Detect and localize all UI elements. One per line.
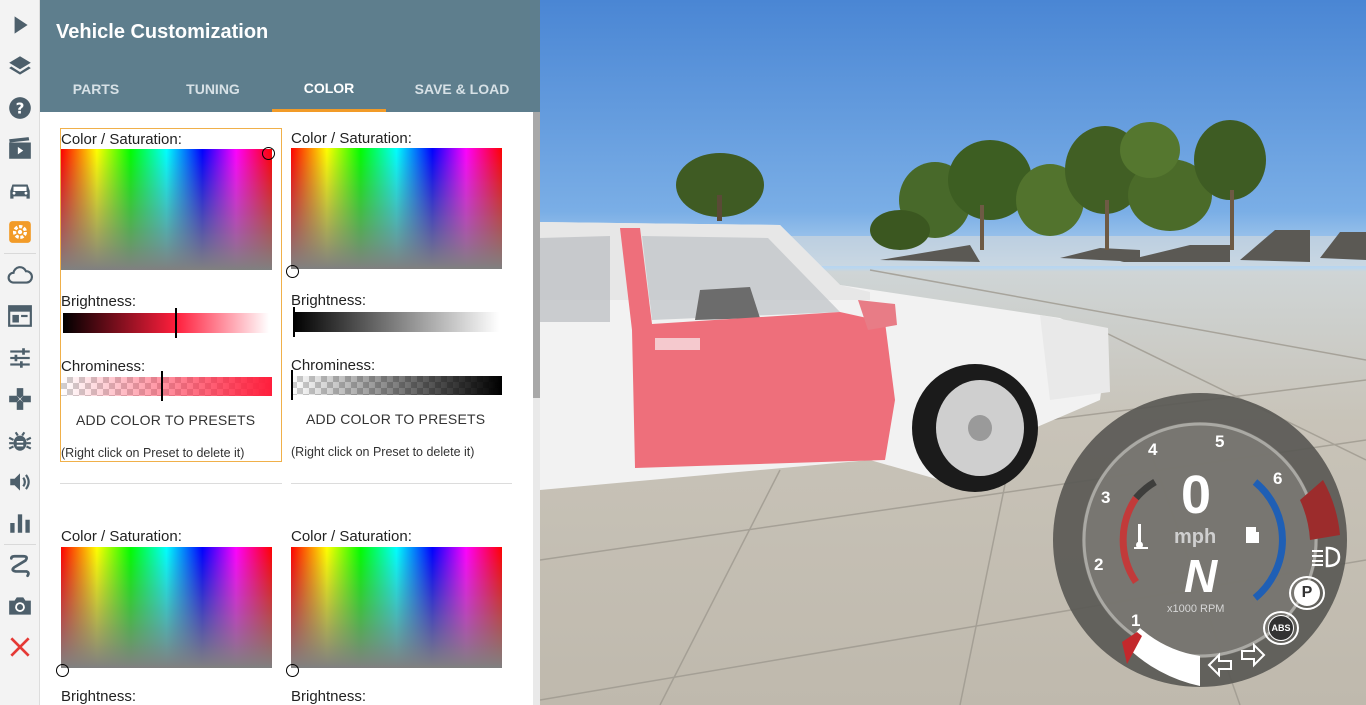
volume-icon[interactable] bbox=[0, 462, 40, 502]
color-saturation-picker[interactable] bbox=[291, 547, 502, 668]
color-block-3[interactable]: Color / Saturation: Brightness: bbox=[56, 526, 282, 705]
saturation-handle[interactable] bbox=[286, 265, 299, 278]
video-icon[interactable] bbox=[0, 129, 40, 169]
play-icon[interactable] bbox=[0, 5, 40, 45]
cloud-icon[interactable] bbox=[0, 255, 40, 295]
brightness-handle[interactable] bbox=[175, 308, 177, 338]
tab-tuning[interactable]: TUNING bbox=[157, 66, 269, 112]
preset-hint: (Right click on Preset to delete it) bbox=[291, 445, 475, 459]
route-icon[interactable] bbox=[0, 546, 40, 586]
color-saturation-picker[interactable] bbox=[291, 148, 502, 269]
abs-icon: ABS bbox=[1263, 611, 1299, 645]
speed-unit: mph bbox=[1174, 526, 1217, 548]
svg-text:?: ? bbox=[16, 99, 25, 117]
saturation-handle[interactable] bbox=[286, 664, 299, 677]
brightness-label: Brightness: bbox=[61, 688, 137, 705]
chrominess-label: Chrominess: bbox=[291, 357, 376, 374]
parking-brake-icon: P bbox=[1289, 576, 1325, 610]
turn-right-icon bbox=[1240, 642, 1266, 668]
gamepad-icon[interactable] bbox=[0, 379, 40, 419]
headlight-icon bbox=[1310, 546, 1342, 568]
color-block-2[interactable]: Color / Saturation: Brightness: Chromine… bbox=[286, 128, 513, 462]
brightness-label: Brightness: bbox=[291, 292, 367, 309]
brightness-handle[interactable] bbox=[293, 307, 295, 337]
saturation-label: Color / Saturation: bbox=[61, 131, 182, 148]
rpm-label: x1000 RPM bbox=[1167, 603, 1225, 615]
tab-save-load[interactable]: SAVE & LOAD bbox=[392, 66, 532, 112]
turn-left-icon bbox=[1207, 652, 1233, 678]
add-color-to-presets-button[interactable]: ADD COLOR TO PRESETS bbox=[76, 412, 255, 428]
saturation-handle[interactable] bbox=[262, 147, 275, 160]
speed-readout: 0 bbox=[1181, 465, 1212, 525]
rpm-tick-4: 4 bbox=[1148, 440, 1158, 459]
section-divider bbox=[291, 483, 512, 484]
layout-icon[interactable] bbox=[0, 296, 40, 336]
brightness-label: Brightness: bbox=[291, 688, 367, 705]
scrollbar-thumb[interactable] bbox=[533, 112, 540, 398]
preset-hint: (Right click on Preset to delete it) bbox=[61, 446, 245, 460]
sidebar-divider bbox=[4, 544, 36, 545]
saturation-label: Color / Saturation: bbox=[61, 528, 182, 545]
help-icon[interactable]: ? bbox=[0, 88, 40, 128]
rpm-tick-5: 5 bbox=[1215, 432, 1225, 451]
color-block-4[interactable]: Color / Saturation: Brightness: bbox=[286, 526, 513, 705]
abs-label: ABS bbox=[1268, 615, 1294, 641]
saturation-label: Color / Saturation: bbox=[291, 528, 412, 545]
speedometer-gauge: 0 mph N x1000 RPM 1 2 3 4 5 6 P ABS bbox=[1050, 390, 1366, 705]
tab-color[interactable]: COLOR bbox=[272, 66, 386, 112]
rpm-tick-3: 3 bbox=[1101, 488, 1111, 507]
color-block-1[interactable]: Color / Saturation: Brightness: Chromine… bbox=[60, 128, 282, 462]
sidebar-divider bbox=[4, 253, 36, 254]
chrominess-slider[interactable] bbox=[291, 376, 502, 395]
vehicle-customization-panel: Vehicle Customization PARTS TUNING COLOR… bbox=[40, 0, 540, 705]
settings-gear-icon[interactable] bbox=[0, 212, 40, 252]
rpm-tick-1: 1 bbox=[1131, 611, 1141, 630]
section-divider bbox=[60, 483, 282, 484]
sidebar: ? bbox=[0, 0, 40, 705]
camera-icon[interactable] bbox=[0, 586, 40, 626]
close-icon[interactable] bbox=[0, 627, 40, 667]
brightness-slider[interactable] bbox=[293, 312, 499, 332]
add-color-to-presets-button[interactable]: ADD COLOR TO PRESETS bbox=[306, 411, 485, 427]
car-icon[interactable] bbox=[0, 171, 40, 211]
bar-chart-icon[interactable] bbox=[0, 503, 40, 543]
sliders-icon[interactable] bbox=[0, 338, 40, 378]
brightness-label: Brightness: bbox=[61, 293, 137, 310]
gear-indicator: N bbox=[1184, 550, 1218, 602]
saturation-handle[interactable] bbox=[56, 664, 69, 677]
color-saturation-picker[interactable] bbox=[61, 547, 272, 668]
chrominess-slider[interactable] bbox=[61, 377, 272, 396]
rpm-tick-6: 6 bbox=[1273, 469, 1283, 488]
chrominess-label: Chrominess: bbox=[61, 358, 146, 375]
color-saturation-picker[interactable] bbox=[61, 149, 272, 270]
rpm-tick-2: 2 bbox=[1094, 555, 1104, 574]
tab-parts[interactable]: PARTS bbox=[40, 66, 152, 112]
panel-scrollbar[interactable] bbox=[533, 112, 540, 705]
chrominess-handle[interactable] bbox=[161, 371, 163, 401]
chrominess-handle[interactable] bbox=[291, 370, 293, 400]
panel-title: Vehicle Customization bbox=[56, 21, 269, 43]
bug-icon[interactable] bbox=[0, 421, 40, 461]
parking-label: P bbox=[1294, 580, 1320, 606]
layers-icon[interactable] bbox=[0, 46, 40, 86]
panel-header: Vehicle Customization PARTS TUNING COLOR… bbox=[40, 0, 540, 112]
brightness-slider[interactable] bbox=[63, 313, 269, 333]
saturation-label: Color / Saturation: bbox=[291, 130, 412, 147]
